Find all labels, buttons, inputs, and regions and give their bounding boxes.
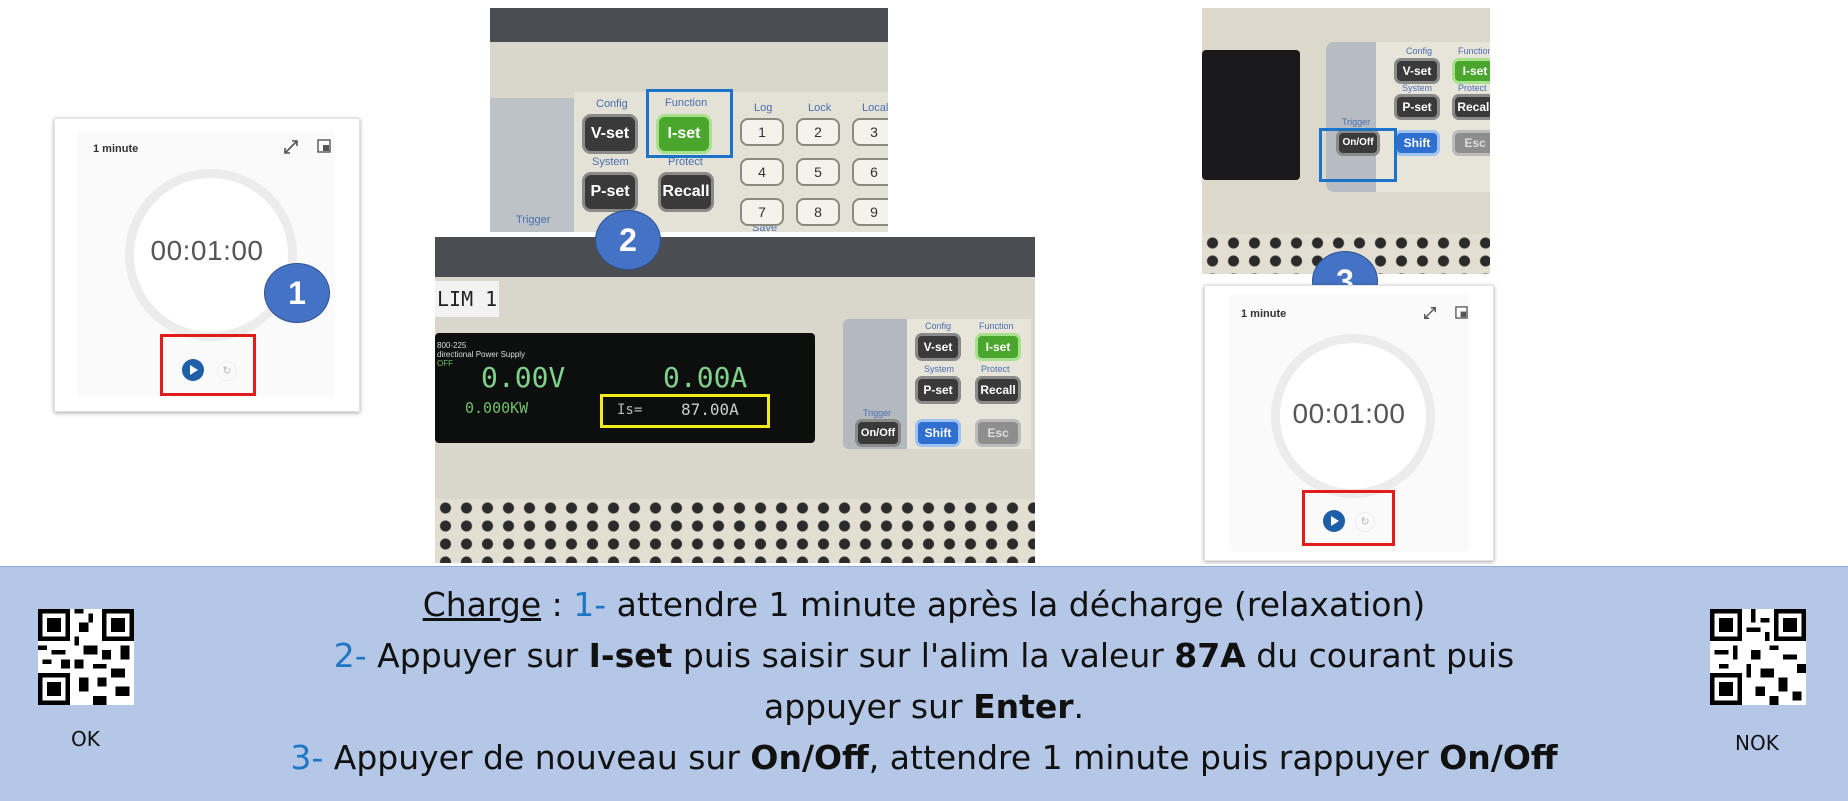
qr-ok-label: OK <box>71 727 100 751</box>
num-key-3[interactable]: 3 <box>852 118 888 146</box>
log-label: Log <box>754 102 773 114</box>
protect-label: Protect <box>981 364 1010 374</box>
step-2-badge: 2 <box>595 210 661 270</box>
esc-key[interactable]: Esc <box>1452 130 1490 156</box>
trigger-label: Trigger <box>863 408 892 418</box>
step-text: du courant puis <box>1245 636 1515 675</box>
power-readout: 0.000KW <box>465 399 529 417</box>
step-text: Appuyer sur <box>366 636 589 675</box>
step-text: attendre 1 minute après la décharge (rel… <box>606 585 1426 624</box>
lcd-window <box>1202 50 1300 180</box>
function-label: Function <box>979 321 1014 331</box>
trigger-label: Trigger <box>516 214 551 226</box>
recall-key[interactable]: Recall <box>1452 94 1490 120</box>
recall-key[interactable]: Recall <box>658 172 714 212</box>
vent-grille <box>435 499 1035 563</box>
lock-label: Lock <box>808 102 832 114</box>
separator: : <box>541 585 574 624</box>
system-label: System <box>1402 83 1433 93</box>
play-highlight-box <box>160 334 256 396</box>
num-key-4[interactable]: 4 <box>740 158 784 186</box>
iset-keyword: I-set <box>588 636 673 675</box>
num-key-6[interactable]: 6 <box>852 158 888 186</box>
photo-side-panel <box>490 98 574 232</box>
instruction-line-1: Charge : 1- attendre 1 minute après la d… <box>0 585 1848 624</box>
step-text: puis saisir sur l'alim la valeur <box>672 636 1175 675</box>
config-label: Config <box>1406 46 1433 56</box>
step-number: 3- <box>290 738 324 777</box>
num-key-9[interactable]: 9 <box>852 198 888 226</box>
config-label: Config <box>925 321 952 331</box>
photo-top-strip <box>490 8 888 42</box>
qr-nok-label: NOK <box>1735 731 1779 755</box>
vset-key[interactable]: V-set <box>1394 58 1440 84</box>
step-1-badge: 1 <box>264 263 330 323</box>
num-key-2[interactable]: 2 <box>796 118 840 146</box>
function-label: Function <box>1458 46 1490 56</box>
instruction-banner: Charge : 1- attendre 1 minute après la d… <box>0 566 1848 801</box>
num-key-1[interactable]: 1 <box>740 118 784 146</box>
instruction-line-2: 2- Appuyer sur I-set puis saisir sur l'a… <box>0 636 1848 675</box>
instruction-line-4: 3- Appuyer de nouveau sur On/Off, attend… <box>0 738 1848 777</box>
timer-display: 00:01:00 <box>1292 398 1406 429</box>
vset-key[interactable]: V-set <box>582 114 638 154</box>
current-readout: 0.00A <box>663 361 748 394</box>
config-label: Config <box>596 98 628 110</box>
model-line-1: 800-225 <box>437 341 467 350</box>
instruction-line-3: appuyer sur Enter. <box>0 687 1848 726</box>
num-key-8[interactable]: 8 <box>796 198 840 226</box>
step-text: . <box>1073 687 1085 726</box>
pip-icon[interactable] <box>317 139 331 153</box>
trigger-label: Trigger <box>1342 117 1371 127</box>
charge-heading: Charge <box>422 585 542 624</box>
qr-code-nok[interactable] <box>1710 609 1806 705</box>
expand-icon[interactable] <box>1423 306 1437 320</box>
pset-key[interactable]: P-set <box>915 376 961 404</box>
step-number: 2- <box>333 636 367 675</box>
photo-top-strip <box>435 237 1035 277</box>
alim-label: LIM 1 <box>437 287 498 311</box>
timer-title: 1 minute <box>93 143 139 155</box>
num-key-5[interactable]: 5 <box>796 158 840 186</box>
num-key-7[interactable]: 7 <box>740 198 784 226</box>
pip-icon[interactable] <box>1455 306 1468 319</box>
shift-key[interactable]: Shift <box>915 419 961 447</box>
vset-key[interactable]: V-set <box>915 333 961 361</box>
local-label: Local <box>862 102 888 114</box>
esc-key[interactable]: Esc <box>975 419 1021 447</box>
recall-key[interactable]: Recall <box>975 376 1021 404</box>
qr-code-ok[interactable] <box>38 609 134 705</box>
pset-key[interactable]: P-set <box>1394 94 1440 120</box>
model-line-3: OFF <box>437 359 453 368</box>
value-keyword: 87A <box>1174 636 1246 675</box>
step-text: Appuyer de nouveau sur <box>323 738 751 777</box>
onoff-keyword: On/Off <box>1439 738 1558 777</box>
timer-display: 00:01:00 <box>150 235 264 266</box>
step-text: appuyer sur <box>763 687 974 726</box>
iset-key[interactable]: I-set <box>975 333 1021 361</box>
pset-key[interactable]: P-set <box>582 172 638 212</box>
step-text: , attendre 1 minute puis rappuyer <box>868 738 1440 777</box>
is-highlight-box <box>600 394 770 428</box>
iset-key[interactable]: I-set <box>1452 58 1490 84</box>
expand-icon[interactable] <box>283 139 299 155</box>
iset-highlight-box <box>646 89 733 158</box>
shift-key[interactable]: Shift <box>1394 130 1440 156</box>
onoff-keyword: On/Off <box>750 738 869 777</box>
system-label: System <box>592 156 629 168</box>
enter-keyword: Enter <box>973 687 1074 726</box>
play-highlight-box <box>1302 490 1395 546</box>
protect-label: Protect <box>1458 83 1487 93</box>
onoff-highlight-box <box>1319 128 1397 182</box>
model-line-2: directional Power Supply <box>437 350 526 359</box>
step-number: 1- <box>573 585 607 624</box>
onoff-key[interactable]: On/Off <box>855 419 901 447</box>
system-label: System <box>924 364 955 374</box>
voltage-readout: 0.00V <box>481 361 566 394</box>
timer-title: 1 minute <box>1241 308 1287 320</box>
